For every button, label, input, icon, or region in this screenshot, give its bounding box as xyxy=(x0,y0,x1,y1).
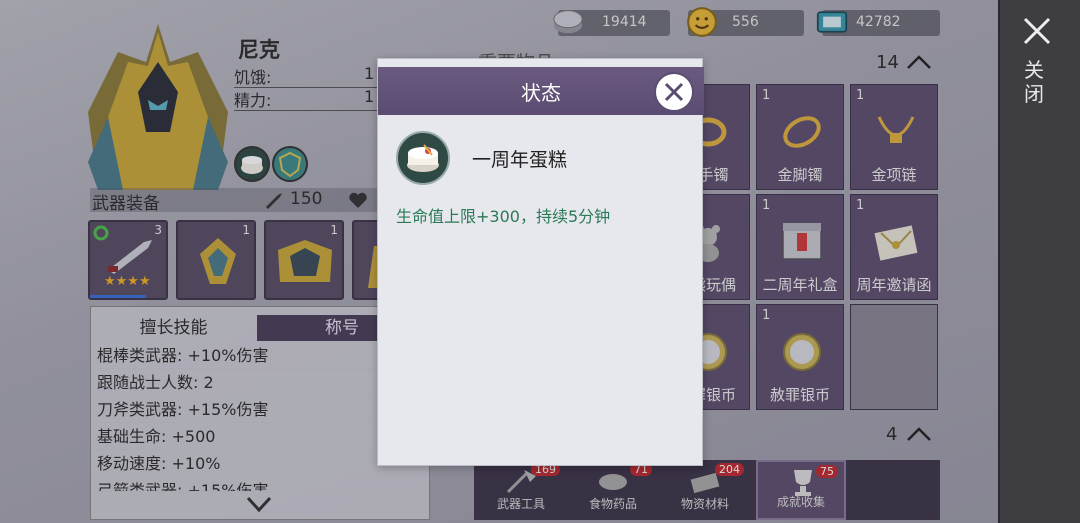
close-icon xyxy=(664,82,684,102)
status-dialog: 状态 一周年蛋糕 生命值上限+300，持续5分钟 xyxy=(377,58,704,466)
cake-icon xyxy=(396,131,450,185)
dialog-close-button[interactable] xyxy=(654,72,694,112)
item-effect-description: 生命值上限+300，持续5分钟 xyxy=(396,207,611,226)
close-label[interactable]: 关闭 xyxy=(1024,58,1048,106)
close-icon[interactable] xyxy=(1022,16,1052,46)
close-side-panel[interactable]: 关闭 xyxy=(998,0,1080,523)
item-name: 一周年蛋糕 xyxy=(472,149,568,171)
